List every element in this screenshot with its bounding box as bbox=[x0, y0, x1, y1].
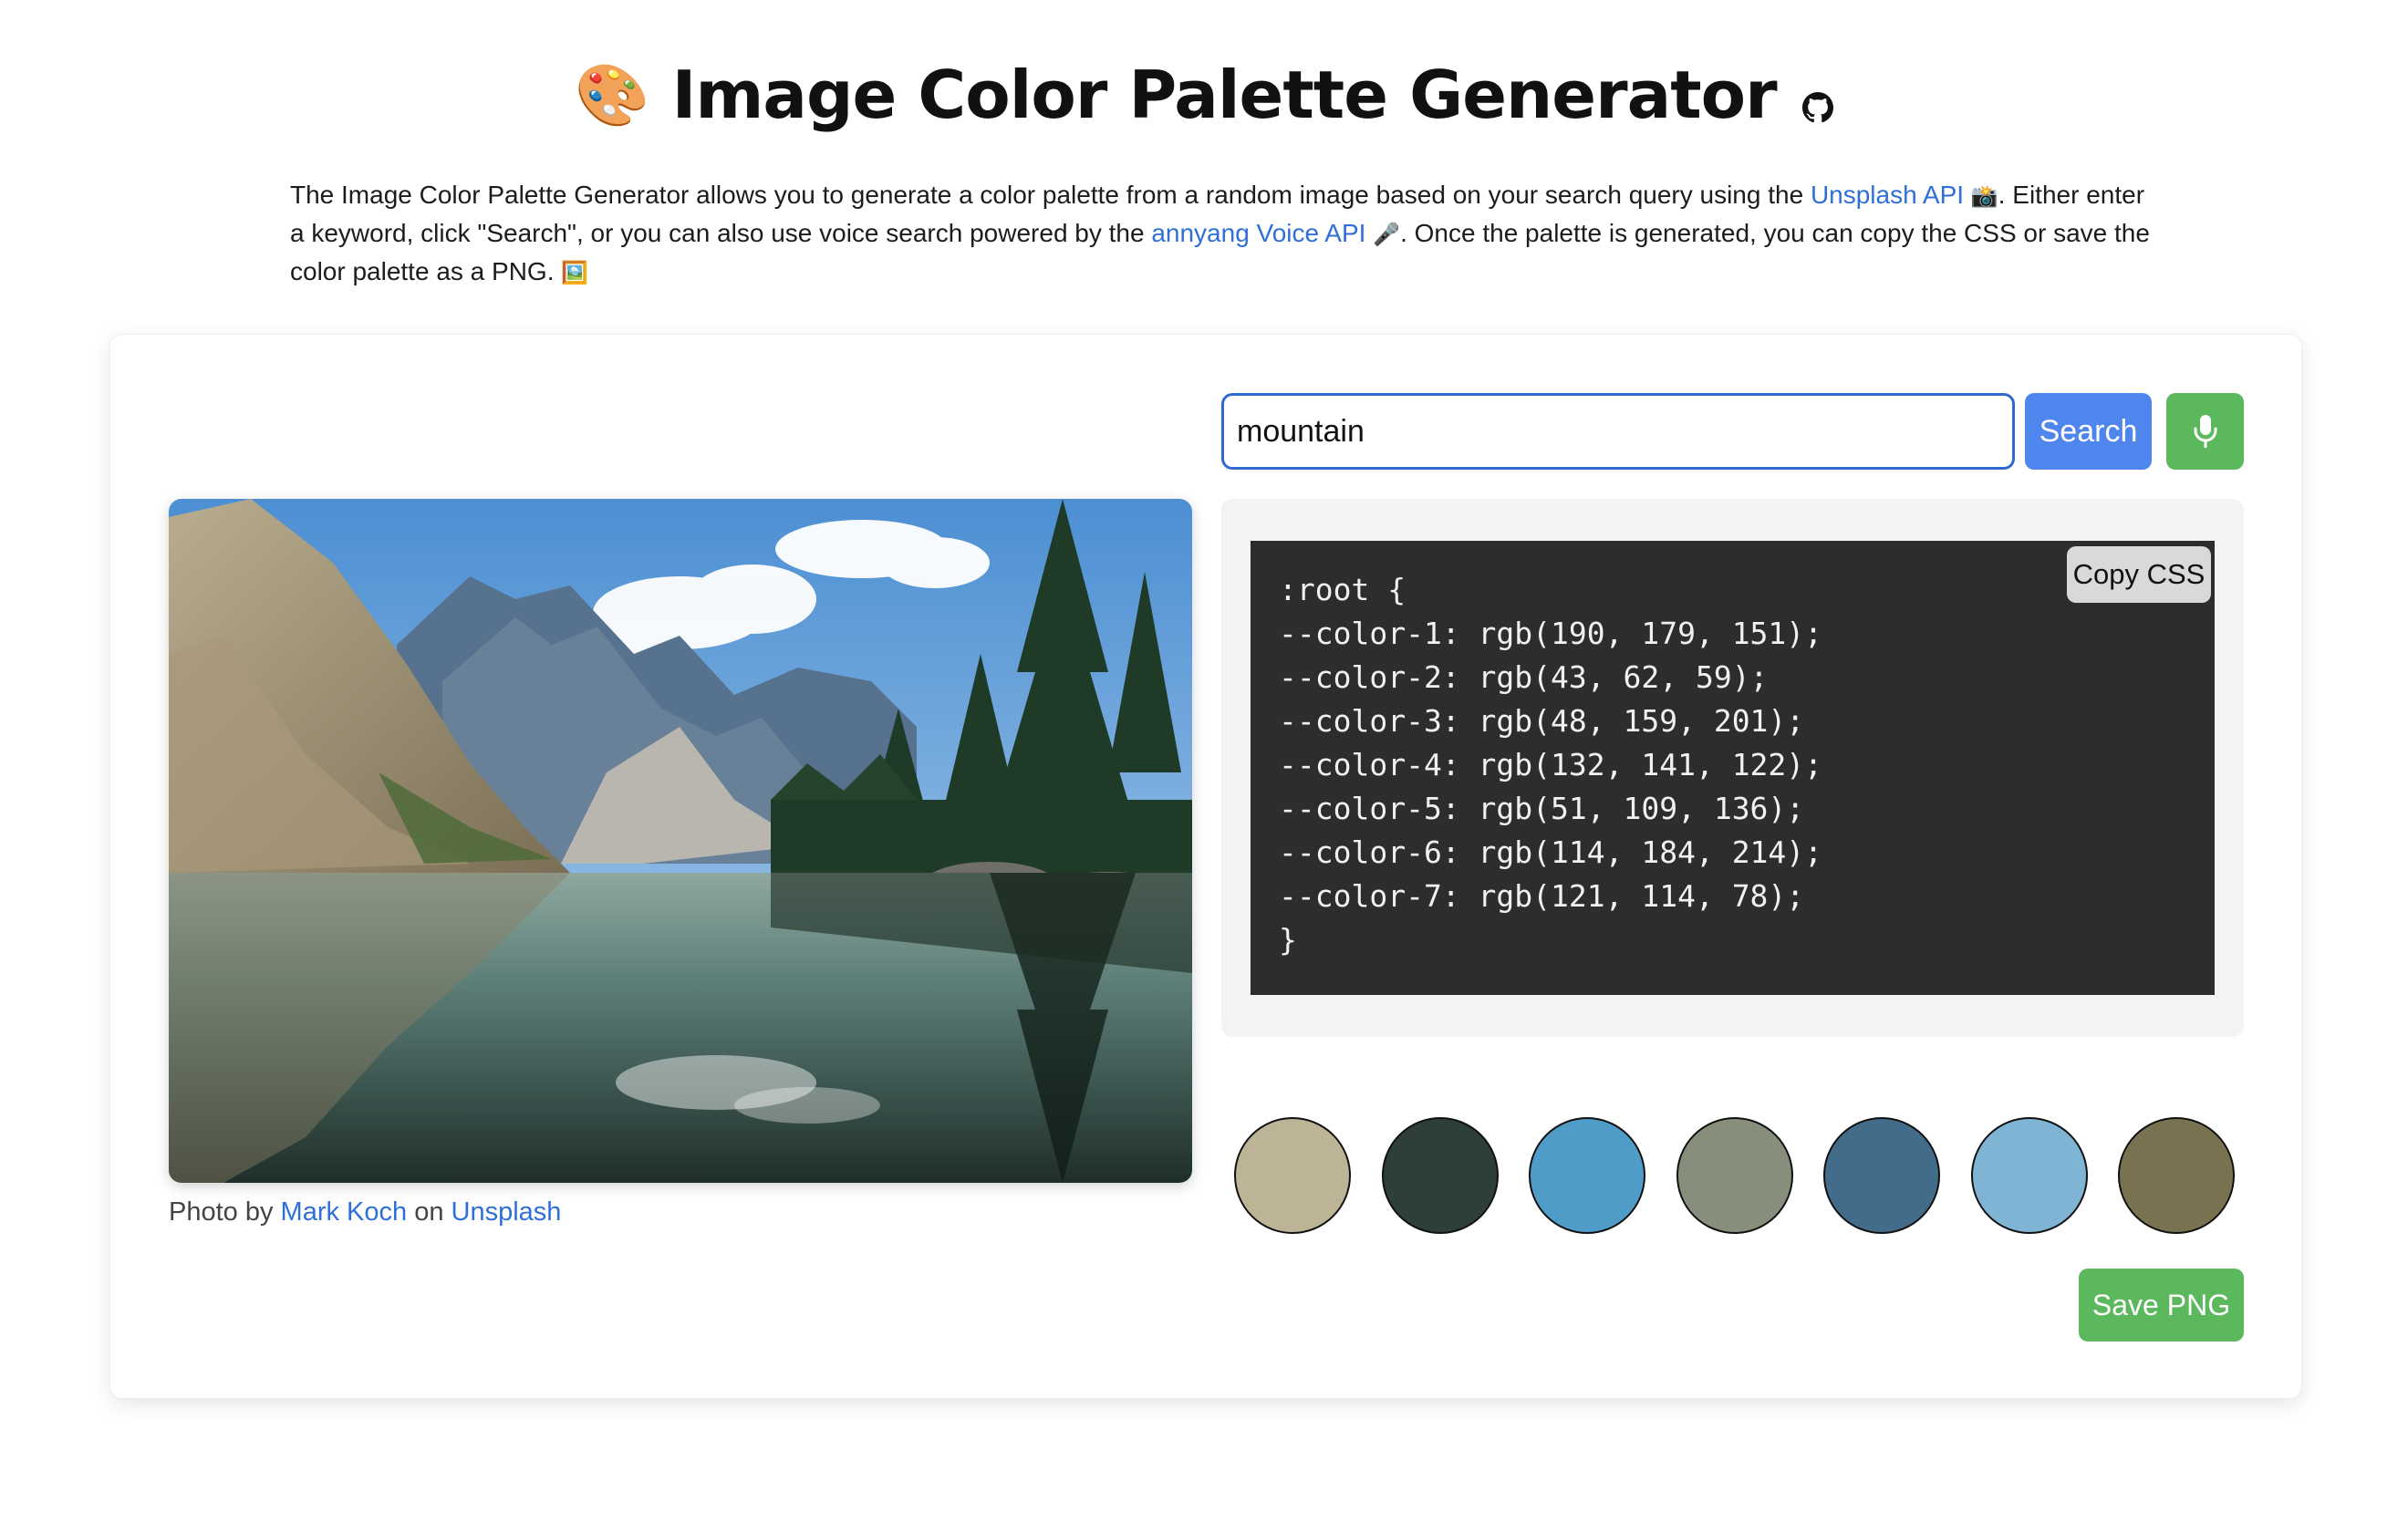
color-swatch-4 bbox=[1676, 1117, 1793, 1234]
css-code-line: :root { bbox=[1279, 572, 1406, 607]
photo-credit: Photo by Mark Koch on Unsplash bbox=[169, 1197, 561, 1228]
color-swatch-5 bbox=[1823, 1117, 1940, 1234]
css-output-panel: :root { --color-1: rgb(190, 179, 151); --c… bbox=[1221, 499, 2244, 1037]
unsplash-link[interactable]: Unsplash bbox=[452, 1197, 562, 1227]
page-title: Image Color Palette Generator bbox=[671, 57, 1778, 133]
page: 🎨 Image Color Palette Generator The Imag… bbox=[0, 0, 2408, 1523]
color-swatch-2 bbox=[1381, 1117, 1499, 1234]
color-swatch-1 bbox=[1234, 1117, 1351, 1234]
intro-text-1: The Image Color Palette Generator allows… bbox=[290, 181, 1811, 209]
css-code-line: --color-4: rgb(132, 141, 122); bbox=[1279, 747, 1823, 782]
css-code-lines: :root { --color-1: rgb(190, 179, 151); --c… bbox=[1279, 568, 1822, 962]
unsplash-api-link[interactable]: Unsplash API bbox=[1811, 181, 1964, 209]
color-swatch-3 bbox=[1529, 1117, 1645, 1234]
annyang-api-link[interactable]: annyang Voice API bbox=[1151, 219, 1365, 247]
css-code-line: --color-5: rgb(51, 109, 136); bbox=[1279, 791, 1805, 826]
css-code-line: } bbox=[1279, 922, 1297, 958]
header: 🎨 Image Color Palette Generator bbox=[0, 57, 2408, 133]
credit-prefix: Photo by bbox=[169, 1197, 281, 1227]
mountain-lake-photo bbox=[169, 499, 1192, 1183]
microphone-emoji-icon: 🎤 bbox=[1373, 223, 1401, 247]
intro-paragraph: The Image Color Palette Generator allows… bbox=[290, 177, 2151, 292]
photographer-link[interactable]: Mark Koch bbox=[281, 1197, 408, 1227]
css-code-line: --color-6: rgb(114, 184, 214); bbox=[1279, 834, 1823, 870]
voice-search-button[interactable] bbox=[2166, 393, 2244, 470]
palette-swatches bbox=[1234, 1117, 2245, 1236]
css-code-line: --color-7: rgb(121, 114, 78); bbox=[1279, 878, 1805, 914]
palette-card: Search bbox=[109, 334, 2302, 1399]
microphone-icon bbox=[2194, 415, 2216, 448]
css-code-block: :root { --color-1: rgb(190, 179, 151); --c… bbox=[1251, 541, 2215, 995]
css-code-line: --color-1: rgb(190, 179, 151); bbox=[1279, 616, 1823, 651]
css-code-line: --color-2: rgb(43, 62, 59); bbox=[1279, 659, 1769, 695]
color-swatch-7 bbox=[2118, 1117, 2235, 1234]
search-input[interactable] bbox=[1221, 393, 2015, 470]
picture-emoji-icon: 🖼️ bbox=[561, 261, 589, 285]
palette-emoji-icon: 🎨 bbox=[575, 61, 650, 129]
camera-emoji-icon: 📸 bbox=[1970, 184, 1998, 209]
copy-css-button[interactable]: Copy CSS bbox=[2067, 546, 2211, 603]
css-code-line: --color-3: rgb(48, 159, 201); bbox=[1279, 703, 1805, 739]
credit-mid: on bbox=[407, 1197, 452, 1227]
save-png-button[interactable]: Save PNG bbox=[2079, 1269, 2244, 1342]
search-button[interactable]: Search bbox=[2025, 393, 2152, 470]
color-swatch-6 bbox=[1970, 1117, 2088, 1234]
github-icon[interactable] bbox=[1801, 92, 1833, 123]
